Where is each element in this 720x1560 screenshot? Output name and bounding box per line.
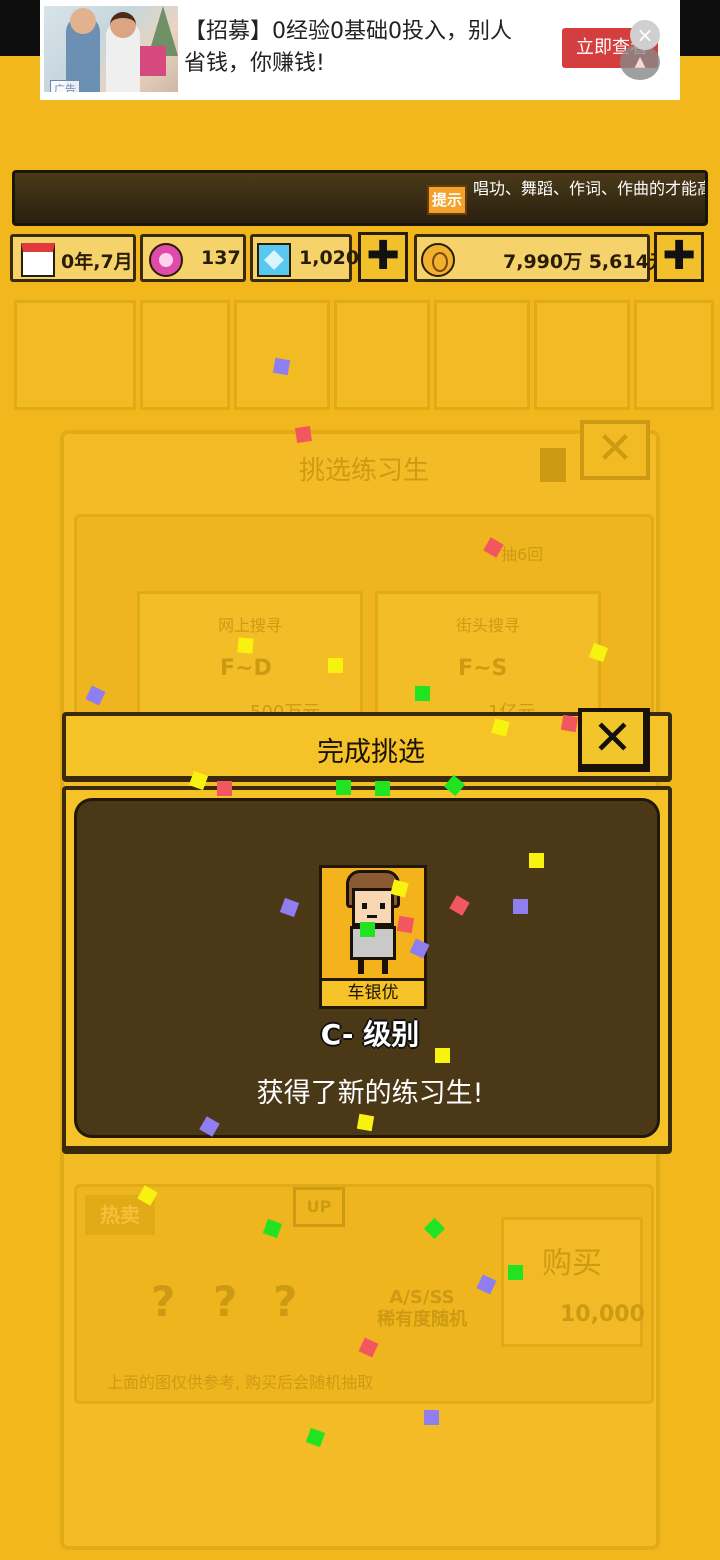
ad-image: 广告	[44, 6, 178, 92]
confetti-piece	[295, 426, 312, 443]
confetti-piece	[328, 658, 343, 673]
menu-tile	[140, 300, 230, 410]
add-diamond-button[interactable]: ✚	[358, 232, 408, 282]
confetti-piece	[560, 714, 579, 733]
rarity-grades: A/S/SS	[389, 1287, 455, 1308]
calendar-icon	[21, 243, 55, 277]
mystery-trainee: ?	[213, 1277, 238, 1326]
rarity-random: 稀有度随机	[377, 1309, 467, 1330]
money-display: 7,990万 5,614元	[414, 234, 668, 282]
search-card-title: 街头搜寻	[455, 616, 520, 635]
mystery-trainee: ?	[151, 1277, 176, 1326]
up-badge: UP	[293, 1187, 345, 1227]
purchase-note: 上面的图仅供参考, 购买后会随机抽取	[107, 1373, 374, 1392]
ad-text: 【招募】0经验0基础0投入，别人省钱，你赚钱!	[184, 19, 512, 76]
menu-tile	[634, 300, 714, 410]
confetti-piece	[375, 781, 390, 796]
search-card-grade: F~D	[220, 656, 272, 681]
trainee-name: 车银优	[322, 978, 424, 1006]
add-money-button[interactable]: ✚	[654, 232, 704, 282]
menu-tile	[534, 300, 630, 410]
ad-banner[interactable]: 广告 【招募】0经验0基础0投入，别人省钱，你赚钱! 立即查看 ▲ ×	[40, 0, 680, 100]
modal-body: 车银优 C- 级别 获得了新的练习生!	[62, 786, 672, 1154]
confetti-piece	[336, 780, 351, 795]
confetti-piece	[508, 1265, 523, 1280]
confetti-piece	[529, 853, 544, 868]
menu-tile	[434, 300, 530, 410]
result-panel: 车银优 C- 级别 获得了新的练习生!	[74, 798, 660, 1138]
info-icon	[540, 448, 566, 482]
draw-count: 抽6回	[501, 545, 544, 564]
menu-tile	[334, 300, 430, 410]
date-display: 0年,7月	[10, 234, 136, 282]
trainee-rank: C- 级别	[320, 1018, 420, 1051]
tip-icon: 提示	[427, 185, 467, 215]
buy-price: 10,000	[560, 1302, 645, 1327]
confetti-piece	[435, 1048, 450, 1063]
confetti-piece	[360, 922, 375, 937]
confetti-piece	[272, 357, 291, 376]
ad-close-icon[interactable]: ×	[630, 20, 660, 50]
search-card-grade: F~S	[458, 656, 508, 681]
modal-close-button[interactable]: ✕	[578, 708, 650, 772]
resource-bar: 0年,7月 137 1,020 ✚ 7,990万 5,614元 ✚	[10, 232, 710, 284]
diamond-value: 1,020	[299, 247, 360, 269]
confetti-piece	[513, 899, 528, 914]
confetti-piece	[424, 1410, 439, 1425]
confetti-piece	[396, 915, 415, 934]
mystery-trainee: ?	[273, 1277, 298, 1326]
search-options: 抽6回 网上搜寻 F~D 500万元 街头搜寻 F~S 1亿元	[74, 514, 654, 724]
hot-sale-section: 热卖 UP ? ? ? A/S/SS 稀有度随机 购买 10,000 上面的图仅…	[74, 1184, 654, 1404]
search-card-street: 街头搜寻 F~S 1亿元	[375, 591, 601, 723]
money-value: 7,990万 5,614元	[503, 251, 668, 273]
gem-icon	[149, 243, 183, 277]
ad-label: 广告	[50, 80, 80, 92]
confetti-piece	[237, 637, 254, 654]
tip-bar: 提示 唱功、舞蹈、作词、作曲的才能高的成员可以作为	[12, 170, 708, 226]
panel-close-icon: ✕	[580, 420, 650, 480]
confetti-piece	[356, 1113, 375, 1132]
diamond-display: 1,020	[250, 234, 359, 282]
menu-tile	[14, 300, 136, 410]
trainee-card[interactable]: 车银优	[319, 865, 427, 1009]
result-message: 获得了新的练习生!	[256, 1078, 484, 1109]
gem-value: 137	[201, 247, 241, 269]
confetti-piece	[217, 781, 232, 796]
search-card-title: 网上搜寻	[217, 616, 282, 635]
date-value: 0年,7月	[61, 251, 133, 273]
menu-tile	[234, 300, 330, 410]
gem-display: 137	[140, 234, 246, 282]
rarity-info: A/S/SS 稀有度随机	[357, 1287, 487, 1331]
diamond-icon	[257, 243, 291, 277]
confetti-piece	[415, 686, 430, 701]
buy-button: 购买 10,000	[501, 1217, 645, 1347]
coin-icon	[421, 243, 455, 277]
panel-title: 挑选练习生	[298, 456, 429, 486]
tip-text: 唱功、舞蹈、作词、作曲的才能高的成员可以作为	[473, 179, 705, 198]
buy-label: 购买	[542, 1246, 602, 1281]
search-card-online: 网上搜寻 F~D 500万元	[137, 591, 363, 723]
